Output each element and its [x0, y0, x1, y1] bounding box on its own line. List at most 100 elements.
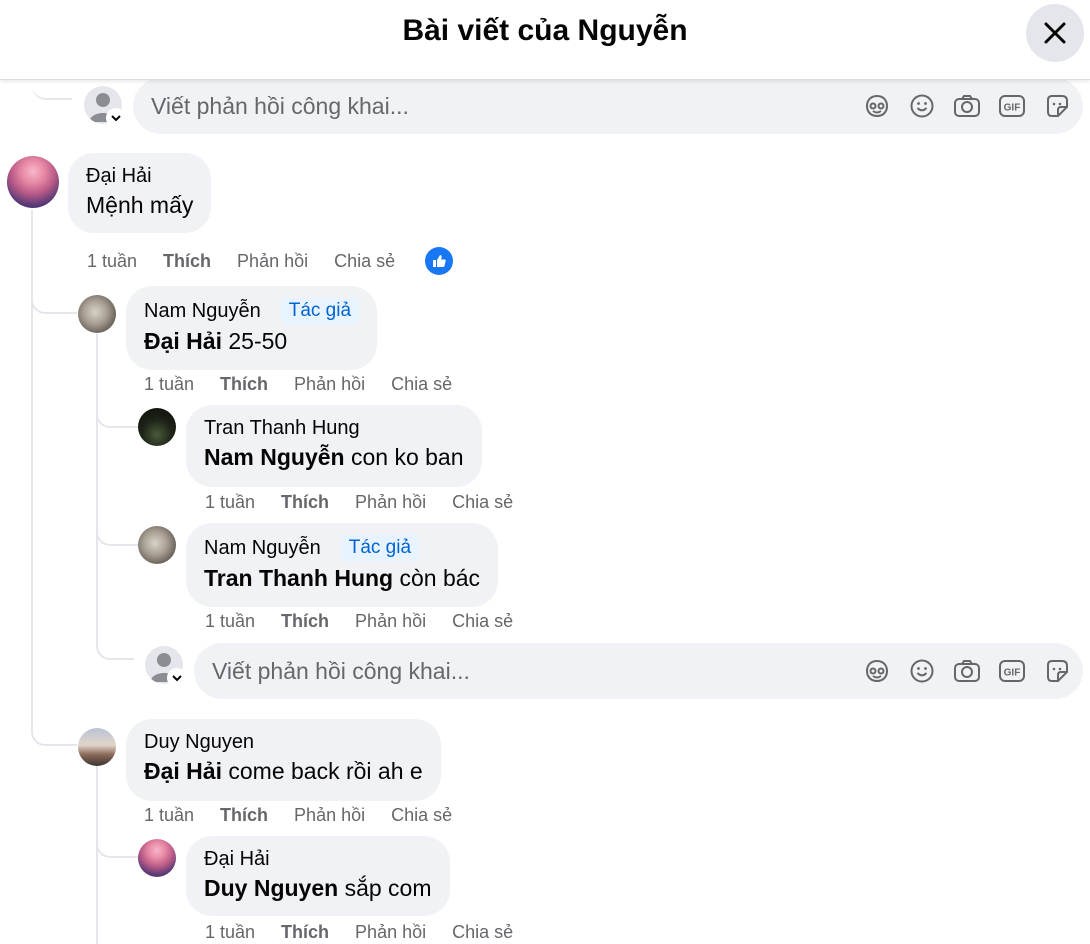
like-button[interactable]: Thích: [281, 922, 329, 943]
comment-author[interactable]: Nam Nguyễn: [204, 537, 321, 560]
author-badge: Tác giả: [340, 535, 420, 561]
photo-button[interactable]: [944, 651, 989, 691]
close-button[interactable]: [1026, 4, 1084, 62]
share-button[interactable]: Chia sẻ: [452, 922, 513, 943]
chevron-down-icon: [111, 115, 121, 122]
comment-author[interactable]: Nam Nguyễn: [144, 300, 261, 323]
comment-author[interactable]: Đại Hải: [86, 165, 152, 188]
comment-text: Duy Nguyen sắp com: [204, 875, 432, 901]
close-icon: [1044, 22, 1066, 44]
comment-text: Tran Thanh Hung còn bác: [204, 565, 481, 591]
reply-button[interactable]: Phản hồi: [355, 922, 426, 943]
comment-author[interactable]: Tran Thanh Hung: [204, 417, 360, 440]
reply-button[interactable]: Phản hồi: [294, 805, 365, 826]
gif-button[interactable]: GIF: [989, 651, 1034, 691]
comment-text: Đại Hải come back rồi ah e: [144, 758, 423, 784]
like-button[interactable]: Thích: [220, 805, 268, 826]
comment-time[interactable]: 1 tuần: [205, 492, 255, 513]
like-button[interactable]: Thích: [163, 251, 211, 272]
emoji-button[interactable]: [899, 86, 944, 126]
share-button[interactable]: Chia sẻ: [452, 492, 513, 513]
thread-connector: [31, 718, 77, 746]
dialog-title: Bài viết của Nguyễn: [402, 14, 688, 47]
comment-bubble: Duy Nguyen Đại Hải come back rồi ah e: [126, 719, 441, 801]
gif-icon: GIF: [998, 660, 1025, 682]
reply-button[interactable]: Phản hồi: [355, 492, 426, 513]
comment-time[interactable]: 1 tuần: [205, 611, 255, 632]
sticker-button[interactable]: [1034, 651, 1079, 691]
like-button[interactable]: Thích: [281, 611, 329, 632]
camera-icon: [953, 95, 980, 117]
dialog-header: Bài viết của Nguyễn: [0, 0, 1090, 80]
comment-text: Mệnh mấy: [86, 192, 194, 218]
mention-link[interactable]: Đại Hải: [144, 758, 222, 784]
like-reaction-icon[interactable]: [425, 247, 454, 275]
comment-text: Đại Hải 25-50: [144, 328, 288, 354]
thread-connector: [96, 400, 138, 428]
comment-time[interactable]: 1 tuần: [144, 805, 194, 826]
like-button[interactable]: Thích: [281, 492, 329, 513]
gif-icon: GIF: [998, 95, 1025, 117]
comment-actions: 1 tuần Thích Phản hồi Chia sẻ: [144, 374, 478, 395]
avatar-frame-icon: [865, 94, 888, 118]
thread-connector: [96, 830, 138, 858]
comment-bubble: Đại Hải Mệnh mấy: [68, 153, 212, 233]
sticker-button[interactable]: [1034, 86, 1079, 126]
reply-tools: GIF: [854, 78, 1079, 134]
comment-actions: 1 tuần Thích Phản hồi Chia sẻ: [205, 611, 539, 632]
reply-button[interactable]: Phản hồi: [355, 611, 426, 632]
avatar-frame-icon: [865, 659, 888, 683]
profile-switch-button[interactable]: [167, 668, 187, 688]
comment-bubble: Nam Nguyễn Tác giả Đại Hải 25-50: [126, 286, 378, 370]
mention-link[interactable]: Tran Thanh Hung: [204, 565, 393, 591]
share-button[interactable]: Chia sẻ: [391, 805, 452, 826]
comment-actions: 1 tuần Thích Phản hồi Chia sẻ: [87, 247, 454, 275]
thread-connector: [32, 84, 72, 100]
emoji-icon: [910, 94, 933, 118]
avatar[interactable]: [138, 526, 176, 564]
comment-time[interactable]: 1 tuần: [205, 922, 255, 943]
comment-actions: 1 tuần Thích Phản hồi Chia sẻ: [144, 805, 478, 826]
avatar[interactable]: [78, 295, 116, 333]
sticker-icon: [1046, 660, 1068, 682]
avatar[interactable]: [7, 156, 59, 208]
avatar[interactable]: [138, 839, 176, 877]
avatar-sticker-button[interactable]: [854, 651, 899, 691]
reply-input[interactable]: [151, 78, 791, 134]
comment-bubble: Tran Thanh Hung Nam Nguyễn con ko ban: [186, 405, 482, 487]
comment-text: Nam Nguyễn con ko ban: [204, 444, 464, 470]
mention-link[interactable]: Nam Nguyễn: [204, 444, 345, 470]
mention-link[interactable]: Duy Nguyen: [204, 875, 338, 901]
share-button[interactable]: Chia sẻ: [391, 374, 452, 395]
avatar[interactable]: [138, 408, 176, 446]
mention-link[interactable]: Đại Hải: [144, 328, 222, 354]
share-button[interactable]: Chia sẻ: [452, 611, 513, 632]
reply-input[interactable]: [212, 643, 852, 699]
like-button[interactable]: Thích: [220, 374, 268, 395]
svg-text:GIF: GIF: [1003, 103, 1020, 114]
emoji-button[interactable]: [899, 651, 944, 691]
reply-box: GIF: [133, 78, 1083, 134]
sticker-icon: [1046, 95, 1068, 117]
photo-button[interactable]: [944, 86, 989, 126]
comment-time[interactable]: 1 tuần: [144, 374, 194, 395]
thread-connector: [96, 520, 138, 546]
thread-connector: [96, 630, 134, 660]
chevron-down-icon: [172, 675, 182, 682]
share-button[interactable]: Chia sẻ: [334, 251, 395, 272]
avatar-sticker-button[interactable]: [854, 86, 899, 126]
reply-button[interactable]: Phản hồi: [237, 251, 308, 272]
author-badge: Tác giả: [280, 298, 360, 324]
profile-switch-button[interactable]: [106, 108, 126, 128]
reply-button[interactable]: Phản hồi: [294, 374, 365, 395]
thread-line: [96, 765, 98, 944]
comment-actions: 1 tuần Thích Phản hồi Chia sẻ: [205, 492, 539, 513]
comment-author[interactable]: Duy Nguyen: [144, 731, 254, 754]
gif-button[interactable]: GIF: [989, 86, 1034, 126]
camera-icon: [953, 660, 980, 682]
comment-time[interactable]: 1 tuần: [87, 251, 137, 272]
thread-line: [96, 334, 98, 644]
avatar[interactable]: [78, 728, 116, 766]
comment-author[interactable]: Đại Hải: [204, 848, 270, 871]
svg-text:GIF: GIF: [1003, 668, 1020, 679]
